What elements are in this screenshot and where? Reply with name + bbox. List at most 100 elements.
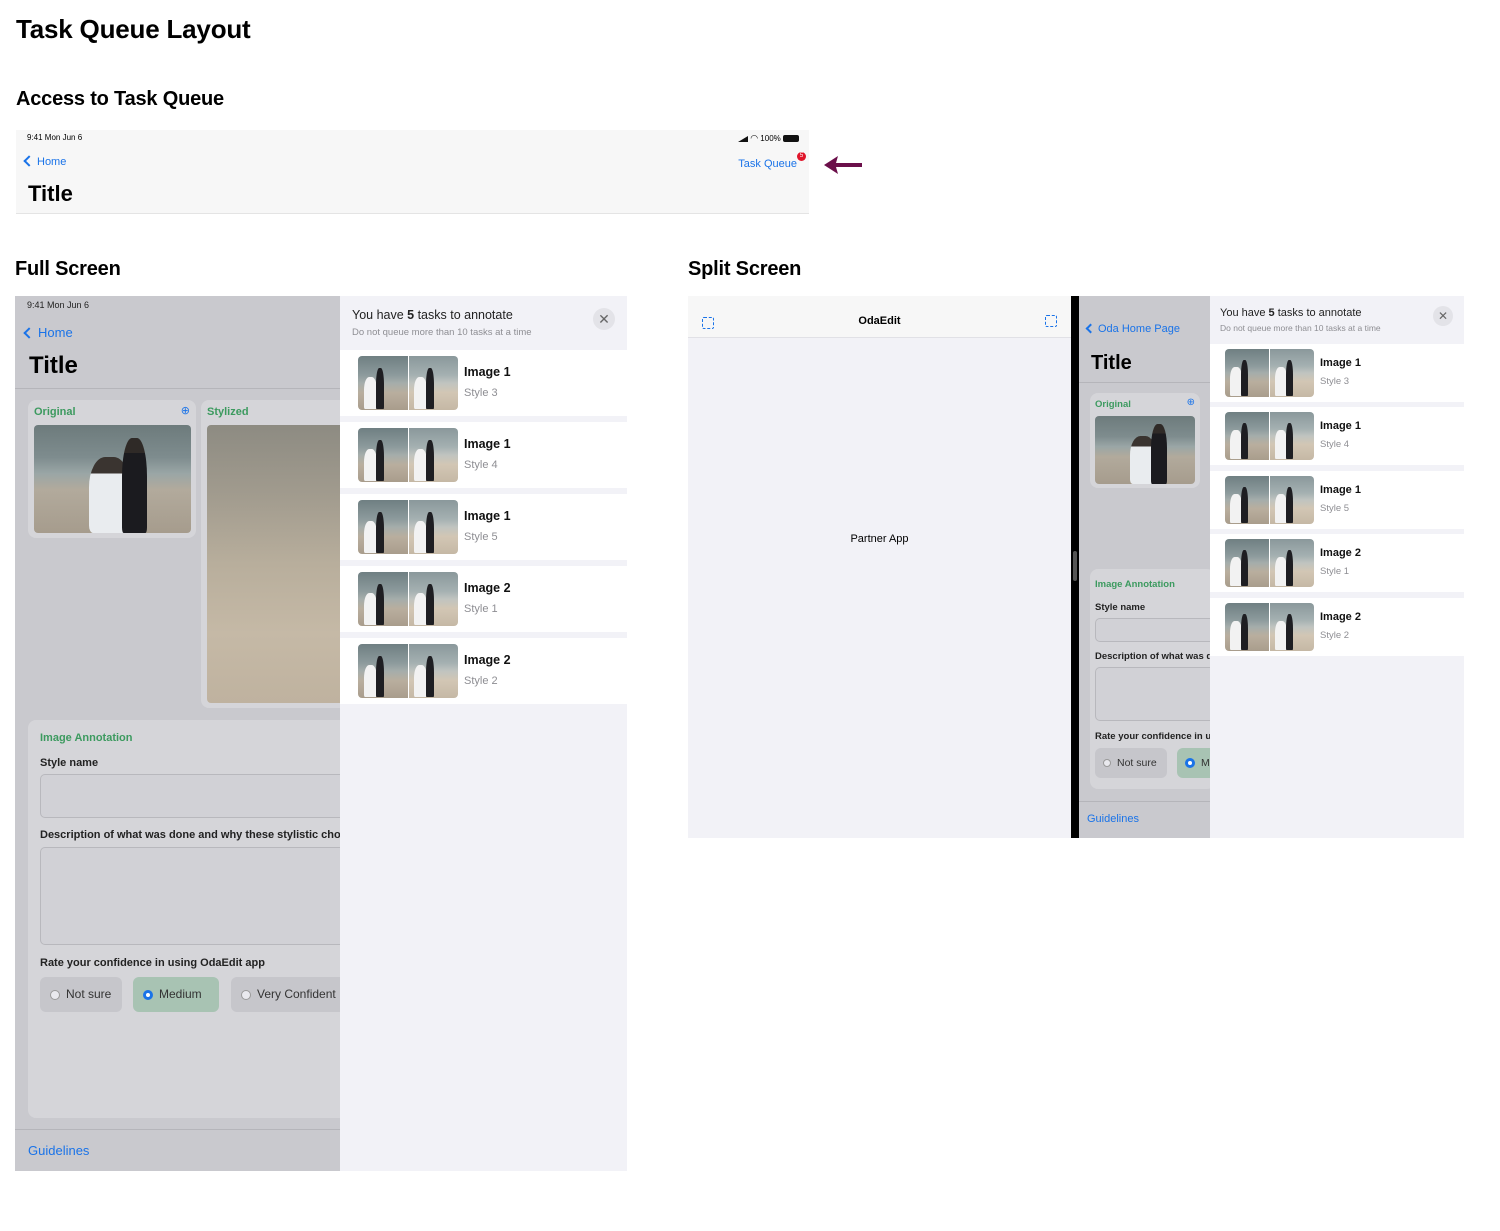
queue-item-title: Image 2 (1320, 547, 1361, 559)
radio-icon (241, 989, 251, 1000)
battery-icon (783, 135, 799, 143)
queue-item-style: Style 4 (1320, 439, 1350, 450)
task-queue-heading: You have 5 tasks to annotate (1220, 307, 1362, 319)
queue-thumbnail (358, 428, 458, 482)
task-queue-panel: You have 5 tasks to annotate Do not queu… (1210, 296, 1464, 838)
queue-item-style: Style 5 (1320, 503, 1350, 514)
split-view-icon[interactable] (1045, 315, 1057, 327)
annotation-card: Image Annotation Style name Description … (1090, 569, 1210, 789)
back-button[interactable]: Oda Home Page (1085, 323, 1180, 335)
arrow-left-icon (824, 156, 862, 174)
queue-thumbnail (1225, 539, 1314, 587)
option-medium[interactable]: Medium (133, 977, 219, 1012)
back-button[interactable]: Home (23, 325, 73, 340)
queue-item-style: Style 3 (1320, 376, 1350, 387)
app-background: 9:41 Mon Jun 6 Home Title Original ⊕ Sty… (15, 296, 340, 1171)
radio-icon (50, 989, 60, 1000)
queue-item-style: Style 1 (464, 603, 498, 615)
task-queue-header: You have 5 tasks to annotate Do not queu… (1210, 296, 1464, 344)
queue-thumbnail (1225, 412, 1314, 460)
queue-item[interactable]: Image 1 Style 4 (1210, 407, 1464, 465)
description-input[interactable] (40, 847, 340, 945)
queue-item-title: Image 1 (464, 509, 511, 523)
queue-item-style: Style 1 (1320, 566, 1350, 577)
back-label: Home (38, 325, 73, 340)
task-queue-subtitle: Do not queue more than 10 tasks at a tim… (352, 327, 532, 338)
radio-icon (1103, 759, 1111, 768)
option-very-confident[interactable]: Very Confident (231, 977, 340, 1012)
queue-item[interactable]: Image 2 Style 2 (340, 638, 627, 704)
guidelines-link[interactable]: Guidelines (28, 1143, 89, 1158)
partner-app-body: Partner App (850, 533, 909, 545)
page-title: Task Queue Layout (16, 14, 251, 44)
queue-item[interactable]: Image 1 Style 4 (340, 422, 627, 488)
task-queue-panel: You have 5 tasks to annotate Do not queu… (340, 296, 627, 1171)
back-button[interactable]: Home (23, 155, 66, 168)
original-card: Original ⊕ (1090, 393, 1200, 488)
nav-title: Title (28, 181, 73, 206)
queue-item[interactable]: Image 1 Style 5 (340, 494, 627, 560)
queue-item[interactable]: Image 1 Style 3 (1210, 344, 1464, 402)
close-icon[interactable]: ✕ (593, 308, 615, 330)
task-queue-button[interactable]: Task Queue 5 (738, 152, 806, 170)
chevron-left-icon (23, 327, 35, 339)
partner-app-pane: OdaEdit Partner App (688, 296, 1071, 838)
queue-thumbnail (1225, 476, 1314, 524)
queue-thumbnail (358, 644, 458, 698)
guidelines-link[interactable]: Guidelines (1087, 813, 1139, 825)
annotation-heading: Image Annotation (1095, 579, 1175, 590)
description-input[interactable] (1095, 667, 1210, 721)
status-indicators: ◠ 100% (737, 133, 799, 144)
original-image (34, 425, 191, 533)
divider (15, 1129, 340, 1130)
task-queue-heading: You have 5 tasks to annotate (352, 308, 513, 322)
chevron-left-icon (23, 155, 35, 167)
annotation-card: Image Annotation Style name Description … (28, 720, 340, 1118)
description-label: Description of what was done and why the… (40, 829, 340, 841)
queue-item[interactable]: Image 1 Style 3 (340, 350, 627, 416)
option-not-sure[interactable]: Not sure (40, 977, 122, 1012)
queue-item[interactable]: Image 2 Style 1 (1210, 534, 1464, 592)
split-divider[interactable] (1071, 296, 1079, 838)
task-queue-label: Task Queue (738, 158, 797, 170)
queue-item-title: Image 2 (1320, 611, 1361, 623)
queue-item[interactable]: Image 1 Style 5 (1210, 471, 1464, 529)
task-queue-subtitle: Do not queue more than 10 tasks at a tim… (1220, 323, 1381, 333)
task-queue-badge: 5 (797, 152, 806, 161)
close-icon[interactable]: ✕ (1433, 306, 1453, 326)
stylized-label: Stylized (207, 406, 249, 418)
queue-item[interactable]: Image 2 Style 1 (340, 566, 627, 632)
full-screen-mockup: 9:41 Mon Jun 6 Home Title Original ⊕ Sty… (15, 296, 627, 1171)
partner-app-bar: OdaEdit (688, 296, 1071, 338)
radio-selected-icon (1185, 758, 1195, 769)
divider (1079, 801, 1210, 802)
queue-item-title: Image 1 (464, 437, 511, 451)
original-label: Original (1095, 399, 1131, 410)
queue-item-style: Style 2 (1320, 630, 1350, 641)
option-not-sure[interactable]: Not sure (1095, 748, 1167, 778)
app-background: Oda Home Page Title Original ⊕ Image Ann… (1079, 296, 1210, 838)
style-name-input[interactable] (40, 774, 340, 818)
zoom-in-icon[interactable]: ⊕ (181, 404, 190, 417)
option-medium[interactable]: M (1177, 748, 1210, 778)
task-queue-header: You have 5 tasks to annotate Do not queu… (340, 296, 627, 350)
queue-item[interactable]: Image 2 Style 2 (1210, 598, 1464, 656)
section-title-full: Full Screen (15, 258, 121, 280)
queue-item-title: Image 1 (1320, 420, 1361, 432)
queue-item-title: Image 2 (464, 653, 511, 667)
radio-selected-icon (143, 989, 153, 1000)
divider-handle[interactable] (1073, 551, 1077, 581)
queue-item-style: Style 2 (464, 675, 498, 687)
style-name-input[interactable] (1095, 618, 1210, 642)
queue-item-title: Image 1 (1320, 357, 1361, 369)
queue-thumbnail (358, 356, 458, 410)
original-card: Original ⊕ (28, 400, 196, 538)
style-name-label: Style name (1095, 602, 1146, 613)
style-name-label: Style name (40, 757, 99, 769)
divider (1079, 382, 1210, 383)
status-time: 9:41 Mon Jun 6 (27, 133, 83, 142)
nav-title: Title (29, 352, 78, 379)
queue-item-style: Style 4 (464, 459, 498, 471)
queue-item-style: Style 5 (464, 531, 498, 543)
zoom-in-icon[interactable]: ⊕ (1187, 397, 1195, 408)
